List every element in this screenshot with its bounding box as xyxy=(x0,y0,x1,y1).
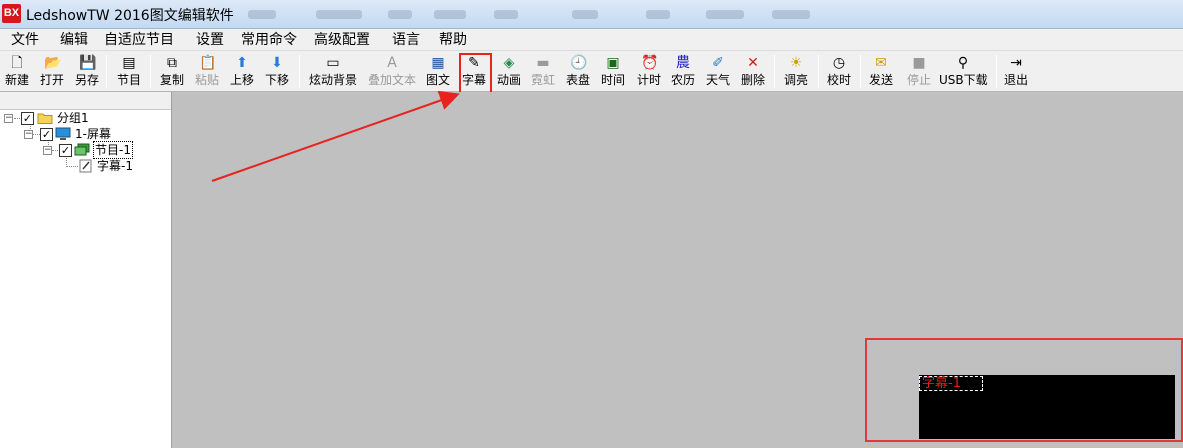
subtitle-area-preview[interactable]: 字幕-1 xyxy=(919,376,983,391)
